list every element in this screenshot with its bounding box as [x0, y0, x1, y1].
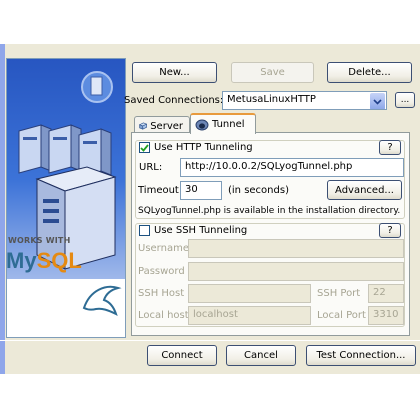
saved-connections-value: MetusaLinuxHTTP	[227, 94, 316, 105]
tunnel-info-text: SQLyogTunnel.php is available in the ins…	[138, 206, 401, 216]
advanced-button[interactable]: Advanced...	[327, 180, 402, 200]
local-port-label: Local Port	[317, 310, 366, 321]
ssh-port-input[interactable]: 22	[368, 284, 404, 303]
timeout-input[interactable]: 30	[180, 181, 222, 200]
saved-connections-select[interactable]: MetusaLinuxHTTP	[222, 91, 387, 110]
ssh-username-label: Username	[138, 243, 189, 254]
mysql-logo: MySQL	[6, 248, 82, 274]
http-help-button[interactable]: ?	[379, 140, 401, 155]
check-icon	[140, 143, 149, 152]
ssh-password-label: Password	[138, 266, 185, 277]
local-host-input[interactable]: localhost	[188, 306, 311, 325]
ssh-password-input[interactable]	[188, 262, 404, 281]
server-tab-icon	[139, 122, 148, 130]
chevron-down-icon[interactable]	[370, 93, 385, 109]
ssh-help-button[interactable]: ?	[379, 223, 401, 238]
url-input[interactable]: http://10.0.0.2/SQLyogTunnel.php	[180, 158, 404, 177]
use-ssh-tunneling-checkbox[interactable]	[139, 225, 150, 236]
window-left-border	[0, 44, 5, 374]
timeout-label: Timeout:	[138, 185, 183, 196]
tunnel-tab-icon	[195, 119, 209, 130]
local-port-input[interactable]: 3310	[368, 306, 404, 325]
tab-server-label: Server	[150, 120, 183, 132]
timeout-unit-label: (in seconds)	[228, 185, 289, 196]
use-ssh-tunneling-label: Use SSH Tunneling	[154, 225, 248, 236]
dolphin-icon	[82, 285, 122, 316]
works-with-text: WORKS WITH	[8, 236, 71, 245]
ssh-port-label: SSH Port	[317, 288, 361, 299]
new-button[interactable]: New...	[132, 62, 217, 83]
server-illustration	[18, 71, 117, 270]
test-connection-button[interactable]: Test Connection...	[306, 345, 416, 366]
more-connections-button[interactable]: ...	[395, 92, 415, 108]
ssh-username-input[interactable]	[188, 239, 404, 258]
footer-divider	[0, 340, 420, 341]
url-label: URL:	[139, 162, 163, 173]
mysql-logo-my: My	[6, 248, 37, 273]
delete-button[interactable]: Delete...	[327, 62, 412, 83]
saved-connections-label: Saved Connections:	[124, 95, 224, 106]
cancel-button[interactable]: Cancel	[226, 345, 296, 366]
use-http-tunneling-label: Use HTTP Tunneling	[154, 142, 253, 153]
tab-tunnel-label: Tunnel	[212, 119, 245, 130]
small-server-icons	[18, 124, 112, 178]
ssh-host-input[interactable]	[188, 284, 311, 303]
local-host-label: Local host	[138, 310, 189, 321]
tab-tunnel[interactable]: Tunnel	[190, 113, 256, 134]
mysql-logo-sql: SQL	[36, 248, 82, 273]
save-button[interactable]: Save	[231, 62, 314, 83]
connect-button[interactable]: Connect	[147, 345, 217, 366]
use-http-tunneling-checkbox[interactable]	[139, 142, 150, 153]
ssh-host-label: SSH Host	[138, 288, 185, 299]
